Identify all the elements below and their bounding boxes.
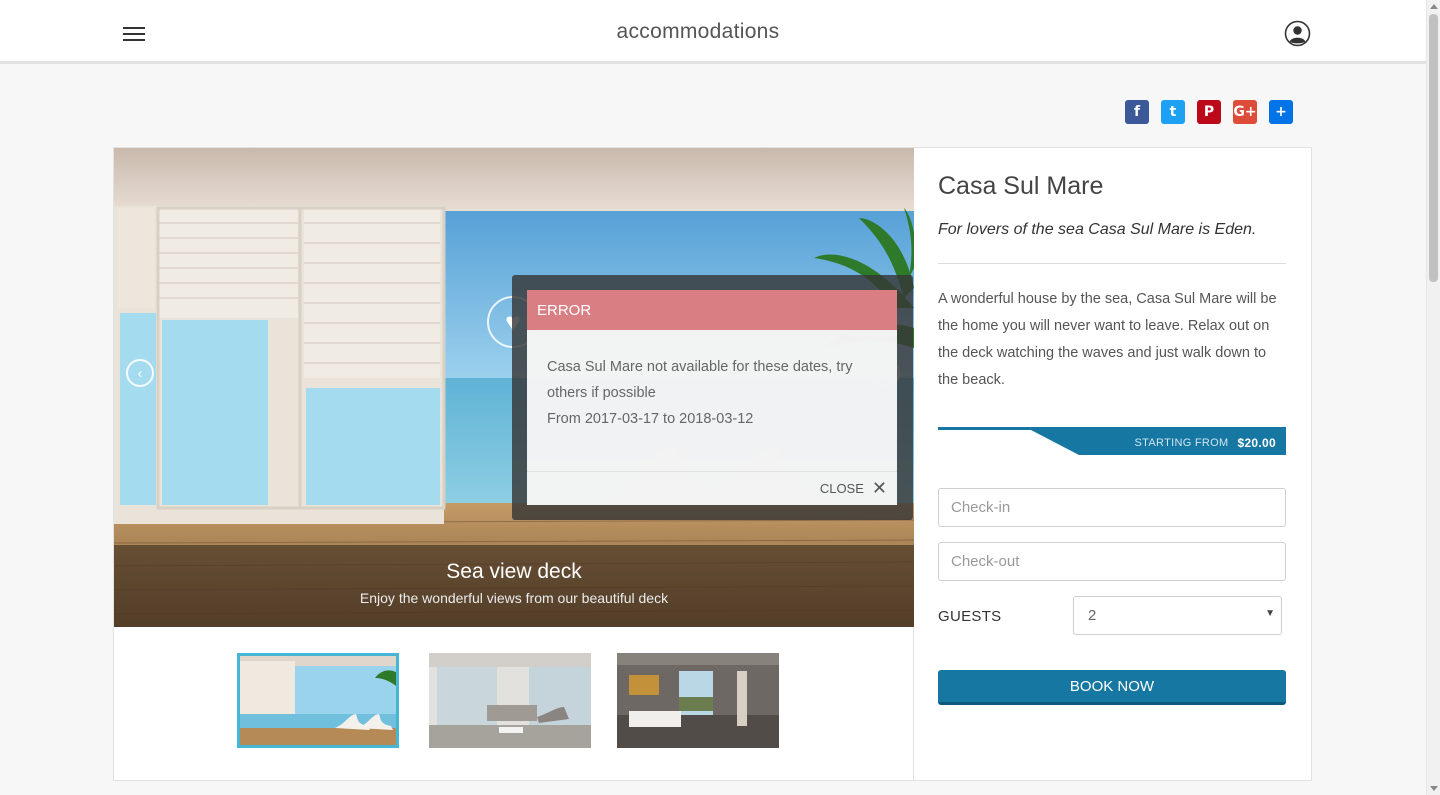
close-button[interactable]: CLOSE ✕: [527, 471, 897, 505]
gallery-slide: ‹ › ♥ Sea view deck Enjoy the wonderful …: [114, 148, 914, 627]
check-in-field[interactable]: [938, 488, 1286, 527]
thumbnail-bedroom[interactable]: [617, 653, 779, 748]
page-scrollbar[interactable]: [1426, 0, 1440, 795]
close-label: CLOSE: [819, 481, 864, 496]
guests-label: GUESTS: [938, 608, 1002, 625]
price-tag: STARTING FROM $20.00: [1031, 430, 1286, 455]
error-modal-body: Casa Sul Mare not available for these da…: [527, 330, 897, 471]
price-prefix: STARTING FROM: [1134, 436, 1229, 449]
close-icon[interactable]: ✕: [872, 478, 887, 499]
social-share-bar: f t P G+ +: [1125, 100, 1293, 124]
guests-select[interactable]: 2 ▼: [1073, 596, 1282, 635]
accommodation-card: ‹ › ♥ Sea view deck Enjoy the wonderful …: [113, 147, 1312, 781]
photo-gallery: ‹ › ♥ Sea view deck Enjoy the wonderful …: [114, 148, 914, 780]
guests-value: 2: [1088, 607, 1097, 624]
slide-title: Sea view deck: [446, 560, 582, 583]
pinterest-icon[interactable]: P: [1197, 100, 1221, 124]
error-dates: From 2017-03-17 to 2018-03-12: [547, 411, 754, 427]
twitter-icon[interactable]: t: [1161, 100, 1185, 124]
property-tagline: For lovers of the sea Casa Sul Mare is E…: [938, 221, 1286, 264]
check-out-field[interactable]: [938, 542, 1286, 581]
price-banner: STARTING FROM $20.00: [938, 427, 1286, 455]
property-info-panel: Casa Sul Mare For lovers of the sea Casa…: [938, 148, 1286, 705]
thumbnail-strip: [114, 627, 914, 780]
slide-subtitle: Enjoy the wonderful views from our beaut…: [359, 590, 669, 606]
scroll-up-icon[interactable]: [1430, 4, 1438, 9]
property-name: Casa Sul Mare: [938, 172, 1104, 200]
property-description: A wonderful house by the sea, Casa Sul M…: [938, 291, 1277, 388]
error-modal: ERROR Casa Sul Mare not available for th…: [527, 290, 897, 505]
scroll-down-icon[interactable]: [1430, 786, 1438, 791]
facebook-icon[interactable]: f: [1125, 100, 1149, 124]
scrollbar-thumb[interactable]: [1429, 14, 1438, 282]
error-modal-overlay: ERROR Casa Sul Mare not available for th…: [512, 275, 913, 520]
thumbnail-sea-view-deck[interactable]: [237, 653, 399, 748]
top-bar: accommodations: [0, 0, 1426, 64]
thumbnail-living-room[interactable]: [429, 653, 591, 748]
chevron-down-icon: ▼: [1265, 608, 1275, 619]
guests-row: GUESTS 2 ▼: [938, 596, 1286, 636]
google-plus-icon[interactable]: G+: [1233, 100, 1257, 124]
price-value: $20.00: [1237, 435, 1276, 450]
slide-caption: Sea view deck Enjoy the wonderful views …: [114, 545, 914, 627]
prev-slide-arrow-icon[interactable]: ‹: [126, 359, 154, 387]
book-now-button[interactable]: BOOK NOW: [938, 670, 1286, 705]
user-account-icon[interactable]: [1284, 20, 1311, 47]
site-title: accommodations: [616, 20, 780, 43]
error-message: Casa Sul Mare not available for these da…: [547, 359, 853, 401]
error-modal-title: ERROR: [527, 290, 897, 330]
share-icon[interactable]: +: [1269, 100, 1293, 124]
